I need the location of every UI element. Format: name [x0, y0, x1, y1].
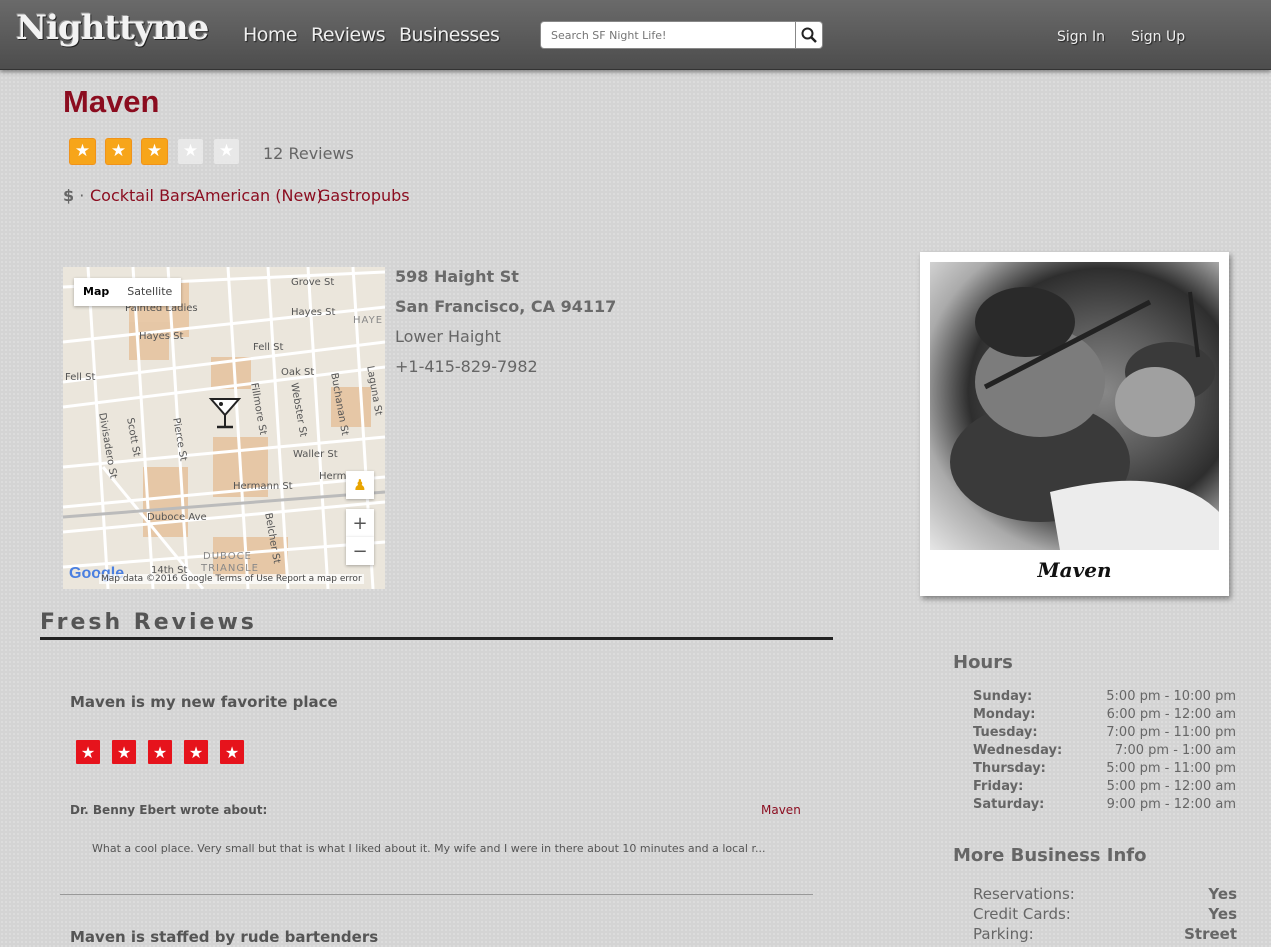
star-icon: ★ [106, 139, 131, 164]
hours-time: 9:00 pm - 12:00 am [1106, 797, 1236, 812]
info-key: Reservations: [973, 885, 1075, 903]
site-logo[interactable]: Nighttyme [16, 8, 209, 48]
more-info-heading: More Business Info [953, 845, 1147, 866]
nav-reviews-link[interactable]: Reviews [311, 24, 386, 46]
business-title: Maven [63, 84, 160, 119]
pegman-icon[interactable]: ♟ [346, 471, 374, 499]
photo-caption: Maven [1037, 558, 1112, 582]
review-title[interactable]: Maven is my new favorite place [70, 693, 338, 711]
map-label: Waller St [293, 449, 338, 460]
review-count[interactable]: 12 Reviews [263, 144, 354, 163]
business-photo [930, 262, 1219, 550]
review-business-link[interactable]: Maven [761, 803, 801, 817]
search-button[interactable] [795, 21, 823, 49]
hours-heading: Hours [953, 652, 1013, 673]
hours-day: Monday: [973, 707, 1036, 722]
top-navbar: Nighttyme Home Reviews Businesses Sign I… [0, 0, 1271, 70]
zoom-in-button[interactable]: + [346, 509, 374, 537]
hours-day: Tuesday: [973, 725, 1038, 740]
price-value: $ [63, 186, 75, 205]
hours-time: 7:00 pm - 1:00 am [1114, 743, 1236, 758]
star-icon: ★ [220, 740, 244, 764]
hours-day: Friday: [973, 779, 1024, 794]
star-icon: ★ [70, 139, 95, 164]
nav-home-link[interactable]: Home [243, 24, 298, 46]
map-label: DUBOCE [203, 551, 252, 562]
hours-time: 5:00 pm - 12:00 am [1106, 779, 1236, 794]
divider [40, 637, 833, 640]
map-label: HAYE [353, 315, 384, 326]
hours-day: Sunday: [973, 689, 1033, 704]
star-icon: ★ [148, 740, 172, 764]
hours-row: Wednesday: 7:00 pm - 1:00 am [973, 743, 1236, 761]
hours-row: Monday: 6:00 pm - 12:00 am [973, 707, 1236, 725]
map-tab-map[interactable]: Map [74, 278, 118, 306]
address-line1: 598 Haight St [395, 267, 519, 286]
hours-time: 7:00 pm - 11:00 pm [1106, 725, 1236, 740]
map-label: Fell St [253, 342, 284, 353]
sign-up-link[interactable]: Sign Up [1131, 29, 1185, 45]
cocktail-marker-icon[interactable] [208, 395, 242, 431]
divider [60, 894, 813, 895]
phone-number: +1-415-829-7982 [395, 357, 538, 376]
star-icon: ★ [184, 740, 208, 764]
star-empty-icon: ★ [178, 139, 203, 164]
map-tab-satellite[interactable]: Satellite [118, 278, 181, 306]
star-icon: ★ [112, 740, 136, 764]
hours-row: Friday: 5:00 pm - 12:00 am [973, 779, 1236, 797]
star-icon: ★ [142, 139, 167, 164]
hours-row: Thursday: 5:00 pm - 11:00 pm [973, 761, 1236, 779]
map-label: Hayes St [291, 307, 336, 318]
hours-time: 5:00 pm - 10:00 pm [1106, 689, 1236, 704]
star-icon: ★ [76, 740, 100, 764]
location-map[interactable]: Grove St Painted Ladies Hayes St HAYE Ha… [63, 267, 385, 589]
info-key: Credit Cards: [973, 905, 1071, 923]
map-label: Grove St [291, 277, 335, 288]
category-link[interactable]: Gastropubs [318, 186, 410, 205]
neighborhood: Lower Haight [395, 327, 501, 346]
map-label: TRIANGLE [201, 563, 259, 574]
map-label: Duboce Ave [147, 512, 207, 523]
review-author: Dr. Benny Ebert wrote about: [70, 803, 268, 817]
map-type-tabs: Map Satellite [74, 278, 182, 306]
hours-day: Wednesday: [973, 743, 1063, 758]
search-icon [801, 27, 817, 43]
star-empty-icon: ★ [214, 139, 239, 164]
map-label: Hayes St [139, 331, 184, 342]
hours-time: 6:00 pm - 12:00 am [1106, 707, 1236, 722]
food-photo-image [950, 287, 1219, 550]
nav-businesses-link[interactable]: Businesses [399, 24, 500, 46]
hours-row: Sunday: 5:00 pm - 10:00 pm [973, 689, 1236, 707]
zoom-out-button[interactable]: − [346, 537, 374, 565]
search-input[interactable] [540, 21, 796, 49]
map-attribution[interactable]: Map data ©2016 Google Terms of Use Repor… [99, 574, 364, 584]
info-value: Yes [1208, 905, 1237, 923]
category-link[interactable]: Cocktail Bars [90, 186, 195, 205]
info-value: Street [1184, 925, 1237, 943]
hours-day: Saturday: [973, 797, 1045, 812]
map-label: Fell St [65, 372, 96, 383]
review-title[interactable]: Maven is staffed by rude bartenders [70, 928, 378, 946]
map-label: Hermann St [233, 481, 293, 492]
map-label: Oak St [281, 367, 315, 378]
review-body: What a cool place. Very small but that i… [92, 842, 766, 855]
price-level: $ · [63, 186, 84, 205]
business-photo-card: Maven [920, 252, 1229, 596]
section-heading: Fresh Reviews [40, 610, 257, 635]
info-value: Yes [1208, 885, 1237, 903]
separator: · [74, 186, 85, 205]
sign-in-link[interactable]: Sign In [1057, 29, 1105, 45]
hours-row: Tuesday: 7:00 pm - 11:00 pm [973, 725, 1236, 743]
info-key: Parking: [973, 925, 1034, 943]
hours-day: Thursday: [973, 761, 1046, 776]
address-line2: San Francisco, CA 94117 [395, 297, 617, 316]
hours-time: 5:00 pm - 11:00 pm [1106, 761, 1236, 776]
category-link[interactable]: American (New) [194, 186, 323, 205]
hours-row: Saturday: 9:00 pm - 12:00 am [973, 797, 1236, 815]
